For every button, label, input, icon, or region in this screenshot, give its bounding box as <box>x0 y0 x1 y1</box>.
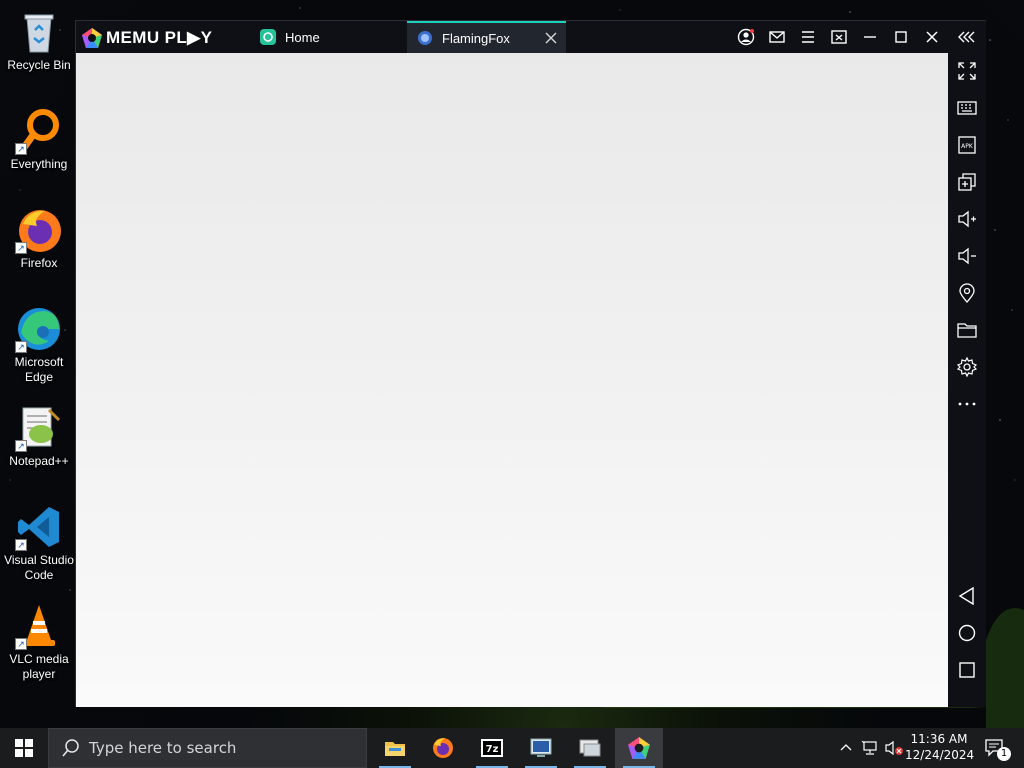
home-icon[interactable] <box>956 622 978 644</box>
file-explorer-icon <box>385 742 405 756</box>
tab-label: FlamingFox <box>442 30 510 46</box>
windows-logo-icon <box>15 739 33 757</box>
chevron-up-icon <box>840 744 852 751</box>
tab-home[interactable]: Home <box>252 21 407 53</box>
tray-network[interactable] <box>858 728 882 768</box>
desktop-icon-recycle-bin[interactable]: Recycle Bin <box>2 8 76 73</box>
desktop-icon-edge[interactable]: ↗ Microsoft Edge <box>2 305 76 385</box>
memu-icon <box>628 737 650 759</box>
minimize-icon[interactable] <box>860 27 880 47</box>
terminal-app-icon <box>530 738 552 757</box>
taskbar-terminal-app[interactable] <box>517 728 565 768</box>
desktop-icon-label: Firefox <box>20 256 58 270</box>
firefox-icon: ↗ <box>15 206 63 254</box>
notification-center-button[interactable]: 1 <box>978 728 1012 768</box>
shortcut-arrow-icon: ↗ <box>15 638 27 650</box>
memu-logo-text: MEMU PL▶Y <box>106 28 213 47</box>
memu-sidebar: APK <box>948 21 986 707</box>
tray-overflow-button[interactable] <box>836 728 856 768</box>
tab-flamingfox[interactable]: FlamingFox <box>407 21 566 53</box>
start-button[interactable] <box>0 728 48 768</box>
svg-text:APK: APK <box>961 143 974 150</box>
recycle-bin-icon <box>15 8 63 56</box>
desktop-icon-label: Recycle Bin <box>7 58 71 72</box>
android-screen[interactable] <box>76 53 948 707</box>
desktop-icon-notepadpp[interactable]: ↗ Notepad++ <box>2 404 76 469</box>
taskbar-memu[interactable] <box>615 728 663 768</box>
shortcut-arrow-icon: ↗ <box>15 143 27 155</box>
volume-down-icon[interactable] <box>956 245 978 267</box>
network-icon <box>861 740 877 755</box>
more-icon[interactable] <box>956 393 978 415</box>
clock-date: 12/24/2024 <box>905 748 975 762</box>
settings-icon[interactable] <box>956 356 978 378</box>
back-icon[interactable] <box>956 585 978 607</box>
desktop-icon-vscode[interactable]: ↗ Visual Studio Code <box>2 503 76 583</box>
screen-mode-icon[interactable] <box>829 27 849 47</box>
vlc-icon: ↗ <box>15 602 63 650</box>
desktop-icon-label: Notepad++ <box>9 454 69 468</box>
everything-search-icon: ↗ <box>15 107 63 155</box>
shortcut-arrow-icon: ↗ <box>15 539 27 551</box>
tab-close-icon[interactable] <box>544 31 558 45</box>
taskbar-search-box[interactable]: Type here to search <box>48 728 367 768</box>
vscode-icon: ↗ <box>15 503 63 551</box>
location-icon[interactable] <box>956 282 978 304</box>
shortcut-arrow-icon: ↗ <box>15 341 27 353</box>
volume-muted-icon <box>885 740 903 756</box>
home-tab-icon <box>260 29 276 45</box>
desktop-icon-firefox[interactable]: ↗ Firefox <box>2 206 76 271</box>
shortcut-arrow-icon: ↗ <box>15 440 27 452</box>
clock-time: 11:36 AM <box>910 732 968 746</box>
search-icon <box>62 739 79 757</box>
taskbar-firefox[interactable] <box>419 728 467 768</box>
multi-instance-icon[interactable] <box>956 171 978 193</box>
taskbar-remote-desktop[interactable] <box>566 728 614 768</box>
collapse-sidebar-icon[interactable] <box>956 26 978 48</box>
desktop-icon-vlc[interactable]: ↗ VLC media player <box>2 602 76 682</box>
taskbar-7zip[interactable]: 7z <box>468 728 516 768</box>
menu-icon[interactable] <box>798 27 818 47</box>
memu-titlebar[interactable]: MEMU PL▶Y Home FlamingFox <box>76 21 948 53</box>
shared-folder-icon[interactable] <box>956 319 978 341</box>
desktop-icon-label: Microsoft Edge <box>14 355 64 384</box>
tray-volume[interactable] <box>883 728 905 768</box>
notification-count-badge: 1 <box>997 747 1011 761</box>
volume-up-icon[interactable] <box>956 208 978 230</box>
account-icon[interactable] <box>736 27 756 47</box>
apk-install-icon[interactable]: APK <box>956 134 978 156</box>
fullscreen-icon[interactable] <box>956 60 978 82</box>
7zip-icon: 7z <box>481 739 503 757</box>
keyboard-mapping-icon[interactable] <box>956 97 978 119</box>
maximize-icon[interactable] <box>891 27 911 47</box>
search-placeholder: Type here to search <box>89 739 237 757</box>
close-icon[interactable] <box>922 27 942 47</box>
memu-logo-icon <box>82 28 102 48</box>
edge-icon: ↗ <box>15 305 63 353</box>
memu-window: MEMU PL▶Y Home FlamingFox APK <box>75 20 986 707</box>
desktop: Recycle Bin ↗ Everything ↗ Firefox ↗ Mic… <box>0 0 78 728</box>
memu-logo: MEMU PL▶Y <box>81 28 212 48</box>
taskbar-file-explorer[interactable] <box>371 728 419 768</box>
taskbar-clock[interactable]: 11:36 AM 12/24/2024 <box>905 731 975 763</box>
taskbar: Type here to search 7z 11:36 AM 12/24/20… <box>0 728 1024 768</box>
desktop-icon-everything[interactable]: ↗ Everything <box>2 107 76 172</box>
shortcut-arrow-icon: ↗ <box>15 242 27 254</box>
remote-desktop-icon <box>579 739 601 757</box>
mail-icon[interactable] <box>767 27 787 47</box>
firefox-icon <box>433 738 453 758</box>
flamingfox-tab-icon <box>418 31 432 45</box>
recent-apps-icon[interactable] <box>956 659 978 681</box>
notepad-plus-plus-icon: ↗ <box>15 404 63 452</box>
svg-text:7z: 7z <box>486 744 499 755</box>
desktop-icon-label: Everything <box>10 157 68 171</box>
desktop-icon-label: VLC media player <box>9 652 69 681</box>
tab-label: Home <box>285 29 320 45</box>
desktop-icon-label: Visual Studio Code <box>4 553 74 582</box>
